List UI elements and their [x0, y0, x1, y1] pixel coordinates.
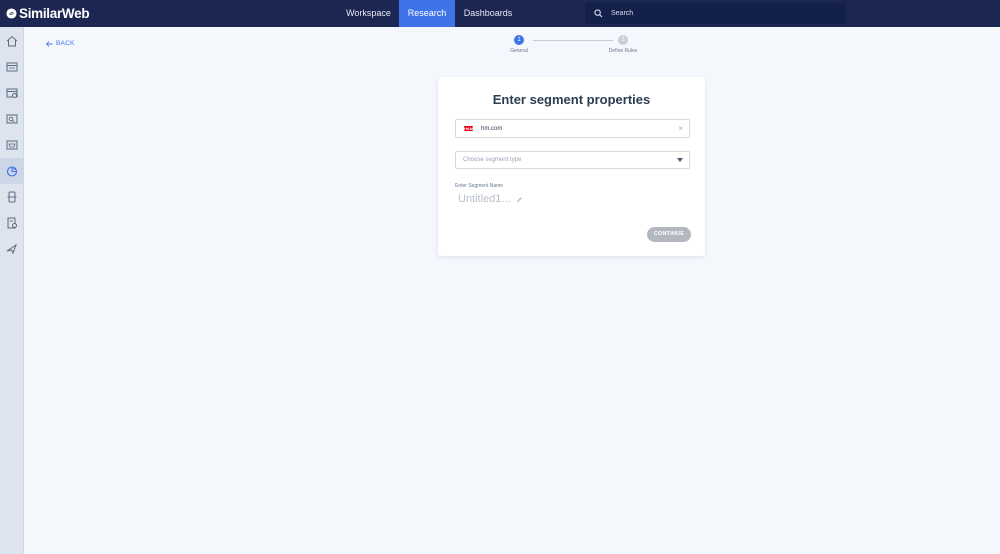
sidebar-reports[interactable] — [0, 210, 24, 236]
segment-name-value: Untitled1... — [458, 193, 511, 205]
clear-icon[interactable]: × — [678, 124, 683, 133]
segment-type-placeholder: Choose segment type — [463, 157, 522, 163]
search-icon — [594, 9, 603, 18]
step-number: 1 — [514, 35, 524, 45]
similarweb-logo[interactable]: SimilarWeb — [6, 5, 90, 22]
nav-workspace[interactable]: Workspace — [338, 0, 399, 27]
arrow-left-icon — [46, 40, 53, 47]
home-icon — [6, 35, 18, 47]
segment-name-field[interactable]: Untitled1... — [458, 193, 523, 205]
reports-icon — [7, 217, 17, 229]
back-label: BACK — [56, 40, 75, 47]
main-nav: Workspace Research Dashboards — [338, 0, 521, 27]
step-general: 1 General — [500, 35, 538, 54]
step-label: General — [510, 48, 528, 54]
caret-down-icon — [677, 158, 683, 162]
sidebar-app[interactable] — [0, 184, 24, 210]
site-favicon-icon: H&M — [464, 126, 474, 131]
website-icon — [6, 62, 18, 72]
website-analysis-icon — [6, 88, 18, 98]
sidebar-website-analysis[interactable] — [0, 80, 24, 106]
pencil-icon[interactable] — [516, 196, 523, 203]
app-icon — [7, 191, 17, 203]
step-number: 2 — [618, 35, 628, 45]
step-define-rules: 2 Define Rules — [604, 35, 642, 54]
sidebar-segments[interactable] — [0, 158, 24, 184]
sidebar-search-analysis[interactable] — [0, 106, 24, 132]
logo-text: SimilarWeb — [19, 6, 90, 21]
sidebar-home[interactable] — [0, 28, 24, 54]
card-title: Enter segment properties — [492, 92, 651, 107]
sidebar-website[interactable] — [0, 54, 24, 80]
segment-properties-card: Enter segment properties H&M hm.com × Ch… — [438, 77, 705, 256]
search-bar[interactable]: Search — [585, 3, 846, 24]
nav-research[interactable]: Research — [399, 0, 455, 27]
back-link[interactable]: BACK — [46, 40, 75, 47]
stepper-connector — [533, 40, 613, 41]
sidebar-marketing[interactable] — [0, 236, 24, 262]
left-sidebar — [0, 27, 24, 554]
sidebar-shopping[interactable] — [0, 132, 24, 158]
segment-type-select[interactable]: Choose segment type — [455, 151, 690, 169]
website-field[interactable]: H&M hm.com × — [455, 119, 690, 138]
search-label: Search — [611, 10, 634, 17]
segment-name-label: Enter Segment Name — [455, 183, 504, 189]
similarweb-logo-icon — [6, 8, 17, 19]
website-value: hm.com — [481, 125, 503, 132]
top-bar: SimilarWeb Workspace Research Dashboards… — [0, 0, 1000, 27]
shopping-icon — [6, 140, 18, 150]
segments-icon — [6, 166, 18, 177]
continue-button[interactable]: CONTINUE — [647, 227, 691, 242]
nav-dashboards[interactable]: Dashboards — [455, 0, 521, 27]
marketing-icon — [6, 243, 18, 255]
step-label: Define Rules — [608, 48, 638, 54]
search-analysis-icon — [6, 114, 18, 124]
